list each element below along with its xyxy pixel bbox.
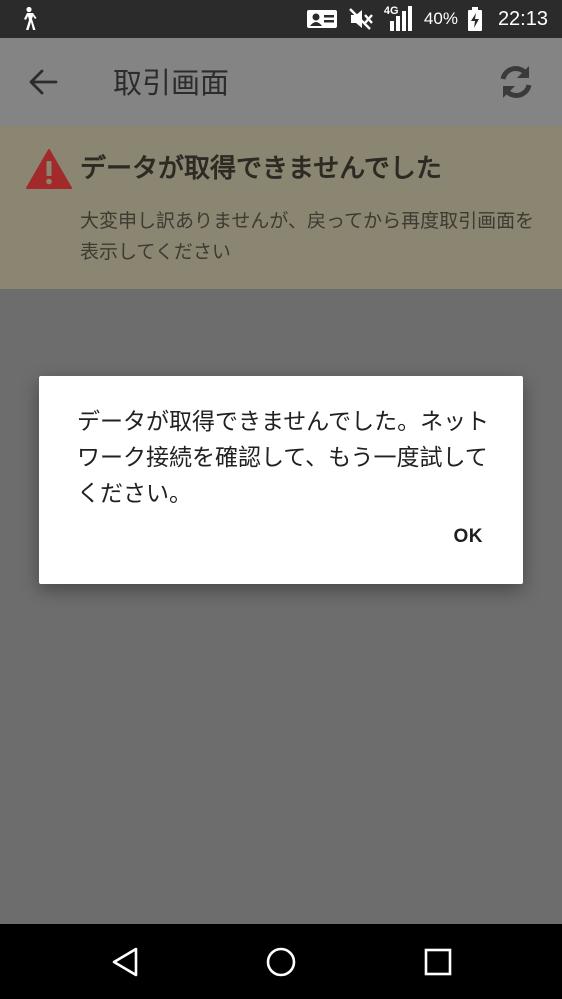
- error-banner: データが取得できませんでした 大変申し訳ありませんが、戻ってから再度取引画面を表…: [0, 126, 562, 289]
- nav-back-icon[interactable]: [110, 946, 140, 978]
- signal-icon: 4G: [384, 5, 414, 33]
- app-bar: 取引画面: [0, 38, 562, 126]
- dialog-message: データが取得できませんでした。ネットワーク接続を確認して、もう一度試してください…: [77, 409, 490, 507]
- clock: 22:13: [497, 7, 548, 30]
- battery-charging-icon: [467, 7, 482, 31]
- ok-button[interactable]: OK: [454, 526, 484, 548]
- mute-icon: [349, 8, 373, 30]
- refresh-icon[interactable]: [496, 62, 536, 102]
- status-bar: 4G 40% 22:13: [0, 0, 562, 38]
- battery-percent: 40%: [423, 9, 458, 28]
- error-title: データが取得できませんでした: [80, 154, 442, 184]
- walking-person-icon: [24, 6, 37, 30]
- error-dialog: データが取得できませんでした。ネットワーク接続を確認して、もう一度試してください…: [39, 376, 523, 584]
- nav-home-icon[interactable]: [265, 946, 297, 978]
- navigation-bar: [0, 924, 562, 999]
- error-message: 大変申し訳ありませんが、戻ってから再度取引画面を表示してください: [80, 210, 535, 263]
- status-icons: 4G 40% 22:13: [306, 0, 548, 38]
- arrow-left-icon[interactable]: [26, 66, 60, 98]
- sim-contact-icon: [306, 10, 337, 28]
- page-title: 取引画面: [113, 66, 230, 100]
- warning-icon: [26, 149, 72, 189]
- nav-recent-icon[interactable]: [424, 948, 452, 976]
